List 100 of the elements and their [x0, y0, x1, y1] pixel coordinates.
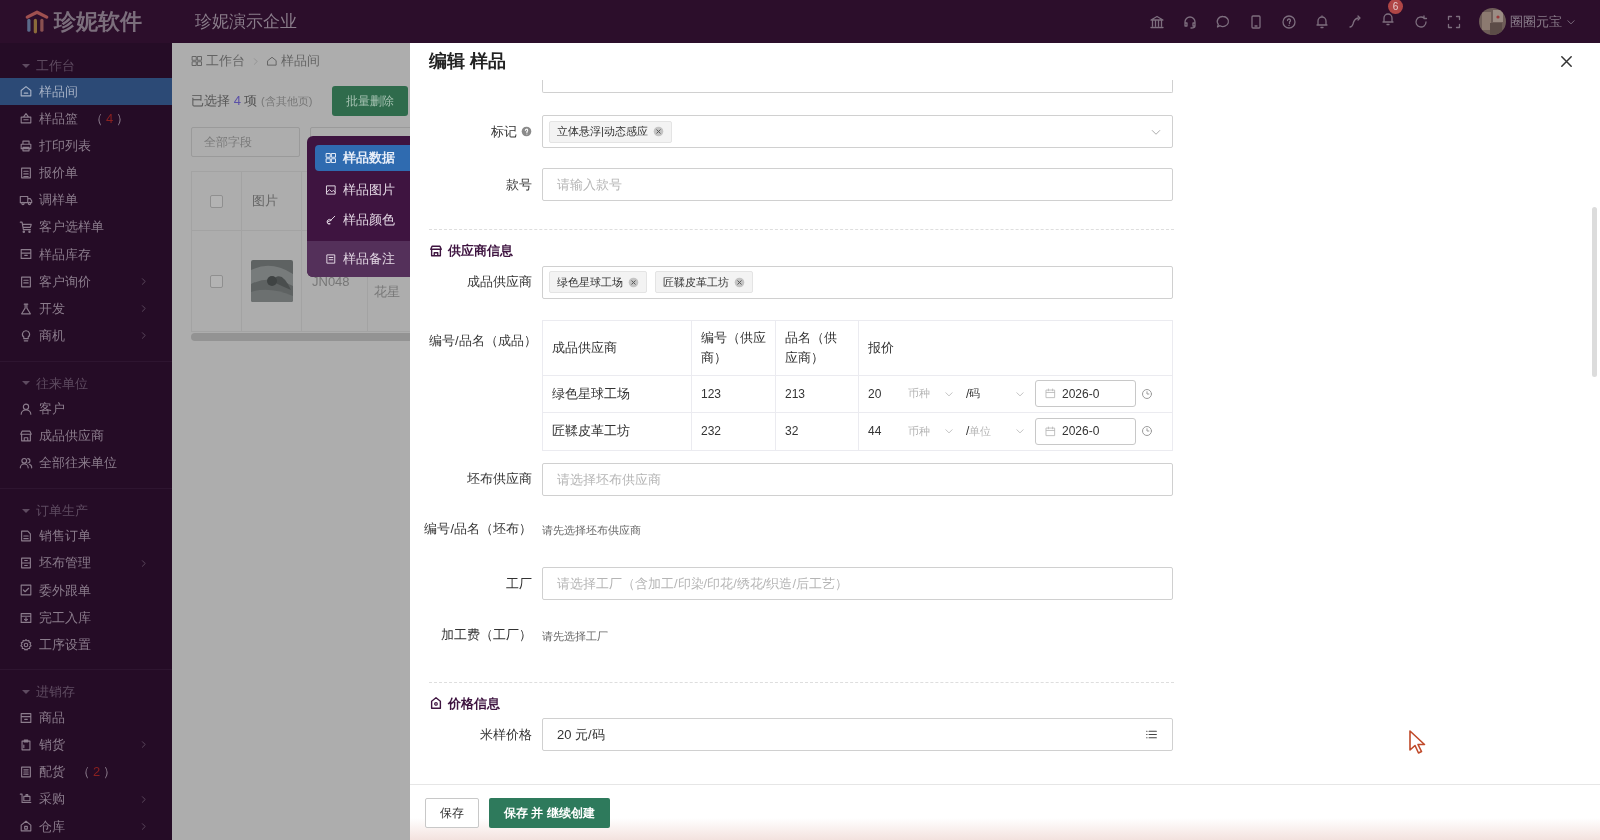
store-icon [429, 243, 443, 258]
sidebar-item[interactable]: 配货 （ 2 ） [0, 758, 172, 786]
fabric-supplier-field[interactable]: 请选择坯布供应商 [542, 462, 1173, 496]
sidebar-item[interactable]: 客户 [0, 395, 172, 423]
user-menu[interactable]: 圈圈元宝 [1510, 11, 1562, 32]
sidebar-item-label: 开发 [39, 300, 65, 318]
sidebar-item-label: 样品库存 [39, 245, 91, 264]
factory-field[interactable]: 请选择工厂（含加工/印染/印花/绣花/织造/后工艺） [542, 567, 1173, 600]
sidebar-item-label: 客户 [39, 400, 65, 418]
tag: 绿色星球工场 [549, 271, 647, 293]
sidebar-item[interactable]: 样品库存 [0, 240, 172, 268]
help-icon[interactable] [1281, 13, 1297, 30]
chevron-down-icon [944, 426, 954, 436]
sidebar-item[interactable]: 商机 [0, 322, 172, 350]
sidebar-item-label: 样品篮 [39, 109, 78, 128]
route-icon[interactable] [1347, 13, 1363, 30]
scrollbar[interactable] [191, 333, 412, 341]
item-count: （ 2 ） [77, 763, 117, 782]
sidebar-item[interactable]: 工序设置 [0, 631, 172, 659]
sidebar-item[interactable]: 完工入库 [0, 603, 172, 632]
column-header: 编号（供应商） [701, 328, 766, 367]
remove-icon[interactable] [652, 126, 664, 137]
fullscreen-icon[interactable] [1446, 13, 1462, 30]
breadcrumb-link[interactable]: 工作台 [191, 51, 245, 71]
sample-price-field[interactable]: 20 元/码 [542, 718, 1173, 751]
table-cell-text: 绿色星球工场 [552, 384, 630, 403]
price-field[interactable]: 44 [868, 422, 908, 440]
checkbox[interactable] [210, 194, 223, 208]
brush-icon [325, 214, 337, 226]
tag-select[interactable]: 立体悬浮|动态感应 [542, 115, 1173, 148]
sidebar-item[interactable]: 全部往来单位 [0, 449, 172, 477]
sidebar-item[interactable]: 打印列表 [0, 132, 172, 160]
slash-separator: / [966, 423, 970, 440]
sidebar-item[interactable]: 开发 [0, 295, 172, 323]
chat-icon[interactable] [1215, 13, 1231, 30]
breadcrumb-link[interactable]: 样品间 [266, 51, 320, 71]
home-icon [19, 84, 33, 99]
note-icon [325, 253, 337, 265]
list-icon[interactable] [1145, 728, 1158, 741]
field-label: 工厂 [506, 574, 532, 593]
checkbox[interactable] [210, 274, 223, 288]
refresh-icon[interactable] [1413, 13, 1429, 30]
tablet-icon[interactable] [1248, 13, 1264, 30]
sidebar-item-label: 销货 [39, 736, 65, 754]
bank-icon[interactable] [1149, 13, 1165, 30]
sidebar-item[interactable]: 客户询价 [0, 267, 172, 296]
clipboard-icon [19, 737, 33, 752]
sidebar-item-label: 调样单 [39, 191, 78, 210]
unit-select[interactable]: 码 [969, 385, 981, 402]
archive-icon [19, 710, 33, 725]
sidebar-item[interactable]: 销货 [0, 731, 172, 759]
save-button[interactable]: 保存 [425, 797, 479, 828]
clock-icon[interactable] [1141, 425, 1153, 437]
input-field[interactable] [542, 80, 1173, 93]
column-header: 成品供应商 [552, 338, 617, 357]
sidebar-item-label: 客户询价 [39, 272, 91, 291]
column-header: 品名（供应商） [785, 328, 838, 367]
sidebar-item-label: 全部往来单位 [39, 454, 117, 473]
style-number-field[interactable]: 请输入款号 [542, 168, 1173, 201]
bell-icon[interactable] [1314, 13, 1330, 30]
sidebar-item[interactable]: 商品 [0, 703, 172, 732]
sidebar-item[interactable]: 样品间 [0, 77, 172, 105]
sidebar-item[interactable]: 采购 [0, 785, 172, 813]
close-icon[interactable] [1559, 54, 1574, 69]
bulk-delete-button[interactable]: 批量删除 [332, 86, 409, 116]
hint-text: 请先选择坯布供应商 [542, 522, 641, 538]
sidebar-item[interactable]: 调样单 [0, 186, 172, 214]
price-field[interactable]: 20 [868, 384, 908, 403]
sidebar-item[interactable]: 客户选样单 [0, 213, 172, 241]
headset-icon[interactable] [1182, 13, 1198, 30]
chevron-right-icon [139, 740, 148, 750]
sidebar-item[interactable]: 坯布管理 [0, 549, 172, 577]
sidebar-item[interactable]: 仓库 [0, 812, 172, 840]
date-field[interactable]: 2026-0 [1035, 417, 1136, 445]
column-header: 图片 [252, 192, 278, 211]
sidebar-item-label: 商品 [39, 708, 65, 727]
notification-bell-icon[interactable] [1380, 10, 1396, 27]
scrollbar[interactable] [1592, 207, 1597, 377]
remove-icon[interactable] [628, 276, 639, 288]
sidebar-item[interactable]: 样品篮 （ 4 ） [0, 104, 172, 133]
section-title: 价格信息 [448, 694, 500, 713]
sidebar-item[interactable]: 销售订单 [0, 522, 172, 550]
sidebar-item[interactable]: 成品供应商 [0, 422, 172, 450]
cursor-icon [1408, 729, 1428, 755]
drawer-title: 编辑 样品 [429, 50, 506, 73]
item-count: （ 4 ） [90, 109, 130, 128]
sidebar-item[interactable]: 委外跟单 [0, 576, 172, 604]
remove-icon[interactable] [734, 276, 745, 288]
basket-icon [19, 111, 33, 126]
field-label: 加工费（工厂） [441, 626, 532, 644]
hint-text: 请先选择工厂 [542, 629, 608, 644]
date-field[interactable]: 2026-0 [1035, 380, 1136, 407]
sidebar-item[interactable]: 报价单 [0, 159, 172, 187]
company-name: 珍妮演示企业 [195, 10, 297, 33]
clock-icon[interactable] [1141, 387, 1153, 400]
save-and-continue-button[interactable]: 保存 并 继续创建 [489, 797, 610, 828]
supplier-select[interactable]: 绿色星球工场 匠鞣皮革工坊 [542, 265, 1173, 299]
chevron-down-icon [1015, 426, 1025, 436]
table-cell-text: 232 [701, 423, 722, 440]
document-icon [19, 274, 33, 289]
